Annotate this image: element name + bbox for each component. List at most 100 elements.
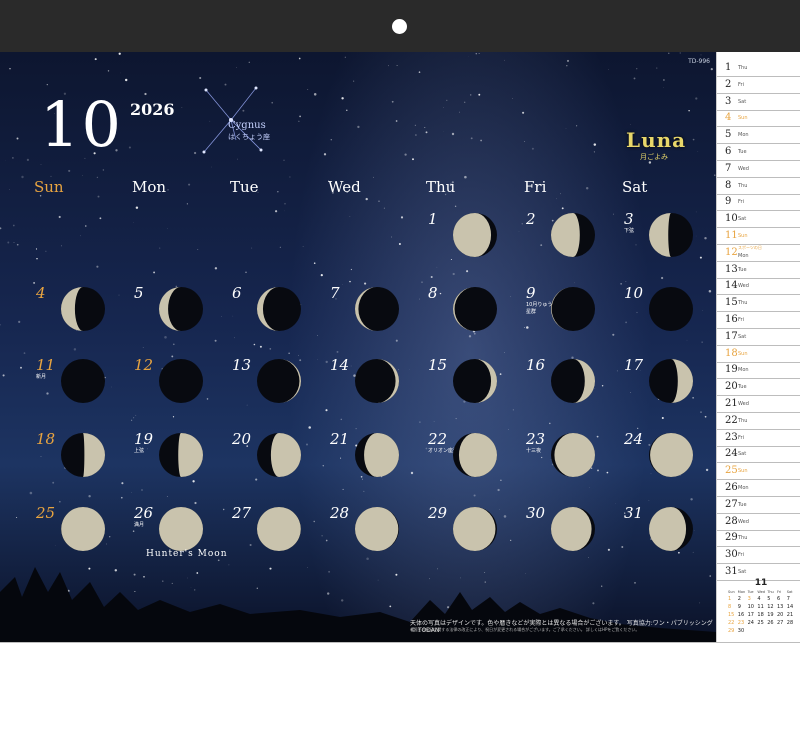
side-date-number: 1: [725, 62, 732, 73]
moon-phase-icon: [61, 359, 105, 403]
side-weekday: Thu: [738, 300, 748, 307]
day-number: 20: [232, 430, 252, 448]
side-weekday: Sat: [738, 216, 747, 223]
mini-calendar-month: 11: [754, 578, 768, 588]
side-date-row: 3 Sat: [717, 94, 800, 111]
mini-day: 6: [777, 596, 781, 602]
moon-phase-icon: [257, 433, 301, 477]
day-number: 8: [428, 284, 438, 302]
day-cell: 11 新月: [36, 356, 134, 432]
day-number: 29: [428, 504, 448, 522]
mini-day: 26: [767, 620, 774, 626]
day-number: 12: [134, 356, 154, 374]
side-weekday: Mon: [738, 367, 749, 374]
side-date-number: 6: [725, 146, 732, 157]
mini-weekday: Mon: [737, 590, 746, 594]
side-date-number: 15: [725, 297, 738, 309]
side-date-row: 30 Fri: [717, 547, 800, 565]
moon-phase-icon: [61, 433, 105, 477]
day-cell: 30: [526, 504, 624, 580]
mini-day: 17: [747, 612, 754, 618]
moon-phase-icon: [649, 213, 693, 257]
day-number: 21: [330, 430, 350, 448]
date-list-sidebar: 1 Thu 2 Fri 3 Sat 4 Sun 5 Mon 6 Tue 7 Wed 8 Thu 9 Fri 10 Sa…: [716, 52, 800, 642]
day-cell: 28: [330, 504, 428, 580]
day-number: 28: [330, 504, 350, 522]
day-number: 3: [624, 210, 634, 228]
day-cell: 12: [134, 356, 232, 432]
side-date-number: 26: [725, 482, 738, 493]
weekday-header-mon: Mon: [132, 178, 167, 196]
moon-phase-icon: [551, 359, 595, 403]
mini-weekday: Sun: [728, 590, 735, 594]
day-number: 1: [428, 210, 438, 228]
side-date-number: 9: [725, 196, 732, 208]
side-date-row: 1 Thu: [717, 60, 800, 77]
side-date-row: 16 Fri: [717, 312, 800, 329]
day-number: 24: [624, 430, 644, 448]
side-weekday: Wed: [738, 518, 749, 525]
side-date-number: 11: [725, 230, 738, 241]
mini-day: 10: [747, 604, 754, 610]
side-date-row: 12 Mon スポーツの日: [717, 245, 800, 262]
weekday-header-fri: Fri: [524, 178, 547, 196]
mini-day: 14: [786, 604, 794, 610]
mini-day: 18: [757, 612, 764, 618]
side-weekday: Mon: [738, 132, 749, 139]
side-date-row: 10 Sat: [717, 211, 800, 229]
moon-phase-icon: [61, 507, 105, 551]
weekday-header-tue: Tue: [230, 178, 259, 196]
mini-day: 23: [737, 620, 745, 626]
side-date-row: 13 Tue: [717, 262, 800, 279]
side-date-row: 27 Tue: [717, 497, 800, 514]
mini-day: 13: [777, 604, 784, 610]
day-cell: 26 満月: [134, 504, 232, 580]
day-number: 13: [232, 356, 252, 374]
night-sky-photo: TD-996 10 2026 Cygnus はくちょう座 Luna 月ごよみ S…: [0, 52, 716, 642]
side-weekday: Fri: [738, 317, 744, 323]
day-cell: 22 オリオン座流星群: [428, 430, 526, 506]
side-date-row: 15 Thu: [717, 295, 800, 313]
side-date-row: 9 Fri: [717, 194, 800, 212]
side-date-number: 18: [725, 347, 738, 359]
side-date-row: 8 Thu: [717, 178, 800, 195]
day-cell: 2: [526, 210, 624, 286]
side-date-number: 25: [725, 465, 738, 477]
side-date-number: 2: [725, 78, 732, 90]
mini-day: 19: [767, 612, 774, 618]
side-date-row: 24 Sat: [717, 446, 800, 464]
product-code: TD-996: [688, 58, 710, 65]
moon-phase-icon: [355, 507, 399, 551]
mini-weekday: Sat: [786, 590, 793, 594]
mini-day: 8: [728, 604, 732, 610]
moon-phase-icon: [453, 507, 497, 551]
day-cell: 24: [624, 430, 716, 506]
side-date-number: 10: [725, 213, 738, 225]
side-weekday: Sun: [738, 350, 748, 357]
mini-day: 1: [728, 596, 732, 602]
side-weekday: Mon: [738, 485, 749, 491]
day-cell: 15: [428, 356, 526, 432]
side-weekday: Wed: [738, 283, 749, 290]
moon-phase-icon: [159, 507, 203, 551]
mini-day: 5: [767, 596, 771, 602]
day-cell: 19 上弦: [134, 430, 232, 506]
hunters-moon-label: Hunter's Moon: [146, 549, 228, 559]
side-date-number: 5: [725, 129, 732, 141]
side-date-number: 20: [725, 381, 738, 393]
side-weekday: Fri: [738, 81, 744, 88]
day-number: 27: [232, 504, 252, 522]
mini-day: 3: [747, 596, 751, 602]
side-weekday: Wed: [738, 165, 749, 172]
mini-day: 25: [757, 620, 764, 626]
day-cell: 5: [134, 284, 232, 360]
side-date-number: 7: [725, 162, 732, 174]
side-weekday: Sun: [738, 468, 748, 475]
luna-logo-subtitle: 月ごよみ: [640, 153, 668, 161]
side-date-number: 16: [725, 314, 738, 325]
day-cell: 31: [624, 504, 716, 580]
side-date-number: 29: [725, 532, 738, 544]
side-weekday: Sat: [738, 333, 747, 340]
year-label: 2026: [130, 100, 175, 119]
mini-day: 4: [757, 596, 761, 602]
